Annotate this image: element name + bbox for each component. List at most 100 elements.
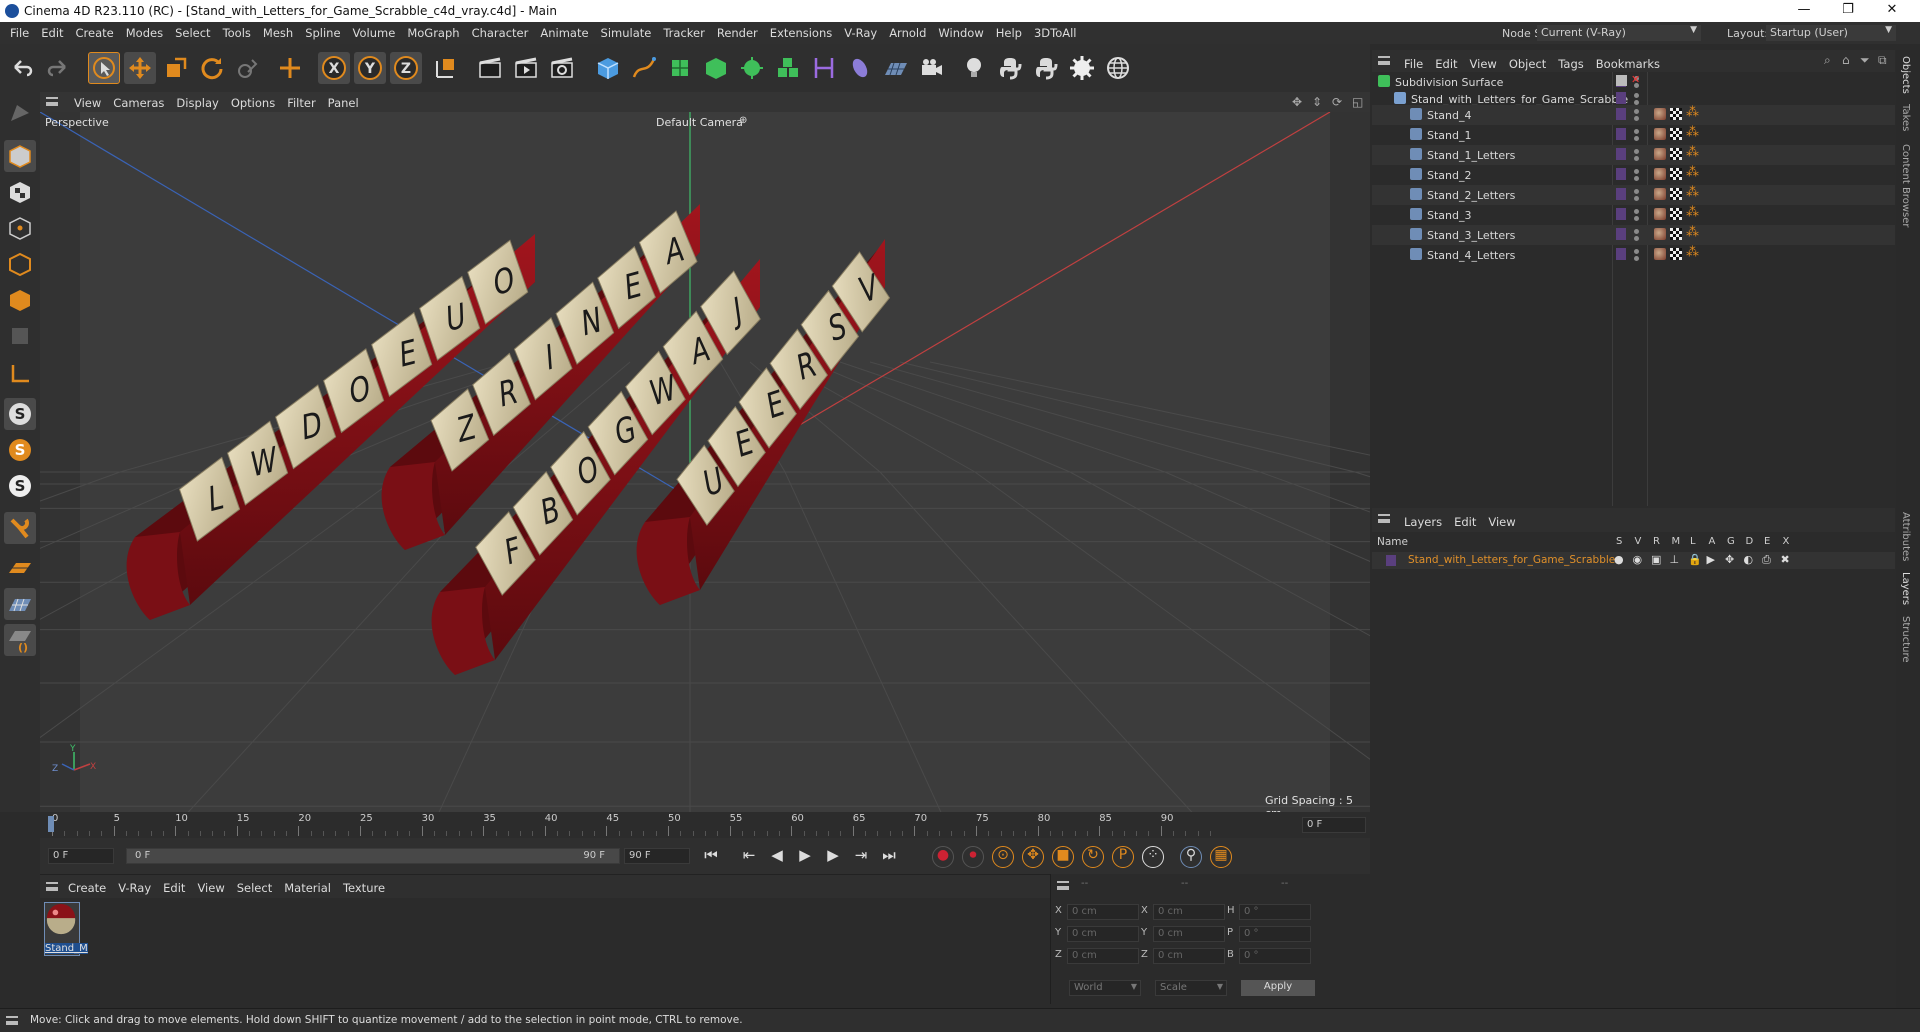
settings-gear-button[interactable] — [1066, 52, 1098, 84]
layer-column-s[interactable]: S — [1616, 536, 1622, 547]
layer-menu-edit[interactable]: Edit — [1448, 511, 1482, 533]
grid-button[interactable] — [4, 588, 36, 620]
key-position-button[interactable]: ✥ — [1022, 846, 1044, 868]
layer-menu-view[interactable]: View — [1482, 511, 1521, 533]
object-name[interactable]: Stand_4_Letters — [1427, 249, 1515, 262]
coord-field[interactable]: 0 cm — [1153, 904, 1225, 920]
menu-modes[interactable]: Modes — [120, 22, 169, 44]
expression-icon[interactable]: ⎙ — [1762, 553, 1771, 567]
object-name[interactable]: Stand_2_Letters — [1427, 189, 1515, 202]
layer-column-m[interactable]: M — [1672, 536, 1681, 547]
generator-icon[interactable]: ✥ — [1725, 553, 1734, 566]
render-icon[interactable]: ▣ — [1651, 553, 1661, 566]
render-view-button[interactable] — [510, 52, 542, 84]
current-frame-field[interactable]: 0 F — [1302, 817, 1366, 833]
snap-settings-button[interactable]: S — [4, 434, 36, 466]
next-key-button[interactable]: ⇥ — [850, 846, 872, 868]
manager-icon[interactable]: ⊥ — [1670, 553, 1680, 566]
menu-select[interactable]: Select — [169, 22, 216, 44]
viewport-menu-filter[interactable]: Filter — [281, 92, 321, 114]
record-button[interactable]: ● — [932, 846, 954, 868]
status-menu-icon[interactable] — [6, 1016, 18, 1025]
coordinate-system-button[interactable] — [430, 52, 462, 84]
material-menu-view[interactable]: View — [191, 877, 230, 899]
viewport-maximize-icon[interactable]: ◱ — [1352, 95, 1363, 109]
coord-field[interactable]: 0 ° — [1239, 904, 1311, 920]
array-button[interactable] — [736, 52, 768, 84]
new-window-icon[interactable]: ⧉ — [1878, 53, 1887, 68]
camera-button[interactable] — [916, 52, 948, 84]
coord-field[interactable]: 0 ° — [1239, 948, 1311, 964]
vray-tag-icon[interactable]: ⁂ — [1686, 245, 1699, 260]
viewport-menu-icon[interactable] — [46, 97, 58, 106]
render-visibility-dot[interactable] — [1634, 216, 1639, 221]
move-tool-button[interactable] — [124, 52, 156, 84]
coord-field[interactable]: 0 cm — [1067, 926, 1139, 942]
layer-name[interactable]: Stand_with_Letters_for_Game_Scrabble — [1408, 554, 1615, 566]
menu-animate[interactable]: Animate — [534, 22, 594, 44]
maximize-button[interactable]: ❐ — [1828, 2, 1868, 17]
material-tag-icon[interactable] — [1654, 228, 1666, 240]
layer-row[interactable]: Stand_with_Letters_for_Game_Scrabble ● ◉ ▣… — [1372, 552, 1895, 569]
texture-checker-icon[interactable] — [1670, 188, 1682, 200]
material-tag-icon[interactable] — [1654, 188, 1666, 200]
vray-tag-icon[interactable]: ⁂ — [1686, 105, 1699, 120]
end-frame-field[interactable]: 90 F — [624, 848, 690, 864]
menu-create[interactable]: Create — [70, 22, 120, 44]
object-name[interactable]: Stand_2 — [1427, 169, 1472, 182]
coord-field[interactable]: 0 ° — [1239, 926, 1311, 942]
rotate-tool-button[interactable] — [196, 52, 228, 84]
workplane-button[interactable] — [4, 552, 36, 584]
object-item-stand-4[interactable]: Stand_4 ⁂ — [1372, 105, 1895, 125]
render-region-button[interactable] — [474, 52, 506, 84]
editor-visibility-dot[interactable] — [1634, 169, 1639, 174]
snap-button[interactable]: S — [4, 398, 36, 430]
material-tag-icon[interactable] — [1654, 208, 1666, 220]
layer-menu-icon[interactable] — [1378, 514, 1390, 523]
next-frame-button[interactable]: ▶ — [822, 846, 844, 868]
viewport-zoom-icon[interactable]: ⇕ — [1312, 95, 1322, 109]
key-param-button[interactable]: P — [1112, 846, 1134, 868]
autokey-button[interactable]: ⏺ — [962, 846, 984, 868]
material-menu-icon[interactable] — [46, 882, 58, 891]
visible-icon[interactable]: ◉ — [1633, 553, 1643, 566]
timeline-ruler[interactable]: 0 5 10 15 20 25 30 35 40 45 50 55 60 65 70 75 80 85 90 0 F — [40, 812, 1370, 838]
deformer-button[interactable] — [808, 52, 840, 84]
texture-checker-icon[interactable] — [1670, 208, 1682, 220]
layer-column-d[interactable]: D — [1746, 536, 1754, 547]
viewport-menu-panel[interactable]: Panel — [322, 92, 365, 114]
texture-checker-icon[interactable] — [1670, 168, 1682, 180]
coordinate-mode-select[interactable]: World ▼ — [1069, 980, 1141, 996]
z-axis-lock-button[interactable]: Z — [390, 52, 422, 84]
render-visibility-dot[interactable] — [1634, 176, 1639, 181]
recent-tool-button[interactable] — [232, 52, 264, 84]
tab-attributes[interactable]: Attributes — [1900, 512, 1911, 561]
make-editable-button[interactable] — [4, 98, 36, 130]
editor-visibility-dot[interactable] — [1634, 109, 1639, 114]
object-item-stand-1[interactable]: Stand_1 ⁂ — [1372, 125, 1895, 145]
apply-button[interactable]: Apply — [1241, 980, 1315, 996]
vray-tag-icon[interactable]: ⁂ — [1686, 125, 1699, 140]
coord-field[interactable]: 0 cm — [1153, 926, 1225, 942]
keyframe-selection-button[interactable]: ⊙ — [992, 846, 1014, 868]
node-space-select[interactable]: Current (V-Ray) ▼ — [1537, 25, 1701, 41]
mograph-button[interactable] — [772, 52, 804, 84]
tweak-button[interactable] — [4, 512, 36, 544]
layer-column-a[interactable]: A — [1709, 536, 1716, 547]
xref-icon[interactable]: ✖ — [1781, 553, 1790, 566]
render-settings-button[interactable] — [546, 52, 578, 84]
object-name[interactable]: Subdivision Surface — [1395, 76, 1503, 89]
menu-edit[interactable]: Edit — [35, 22, 69, 44]
layer-column-l[interactable]: L — [1690, 536, 1696, 547]
go-to-end-button[interactable]: ⏭ — [878, 846, 900, 868]
editor-visibility-dot[interactable] — [1634, 249, 1639, 254]
material-tag-icon[interactable] — [1654, 168, 1666, 180]
enable-check-icon[interactable] — [1616, 75, 1627, 86]
locked-workplane-button[interactable]: () — [4, 624, 36, 656]
timeline-button[interactable]: ⚲ — [1180, 846, 1202, 868]
material-tag-icon[interactable] — [1654, 128, 1666, 140]
coordinates-menu-icon[interactable] — [1057, 881, 1069, 890]
material-menu-texture[interactable]: Texture — [337, 877, 391, 899]
object-item-stand-1-letters[interactable]: Stand_1_Letters ⁂ — [1372, 145, 1895, 165]
spline-pen-button[interactable] — [628, 52, 660, 84]
